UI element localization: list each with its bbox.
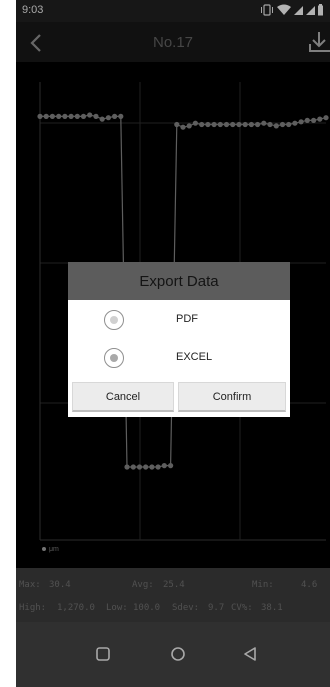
dialog-body: PDF EXCEL Cancel Confirm (68, 300, 290, 417)
dialog-title: Export Data (68, 262, 290, 300)
cancel-button[interactable]: Cancel (72, 382, 174, 412)
radio-dot (109, 315, 118, 324)
option-label: EXCEL (176, 351, 213, 363)
radio-button[interactable] (104, 310, 124, 330)
option-excel[interactable]: EXCEL (68, 342, 290, 374)
radio-button[interactable] (104, 348, 124, 368)
confirm-button[interactable]: Confirm (178, 382, 286, 412)
option-pdf[interactable]: PDF (68, 304, 290, 336)
export-dialog: Export Data PDF EXCEL Cancel Confirm (68, 262, 290, 417)
radio-dot (109, 353, 118, 362)
option-label: PDF (176, 313, 198, 325)
